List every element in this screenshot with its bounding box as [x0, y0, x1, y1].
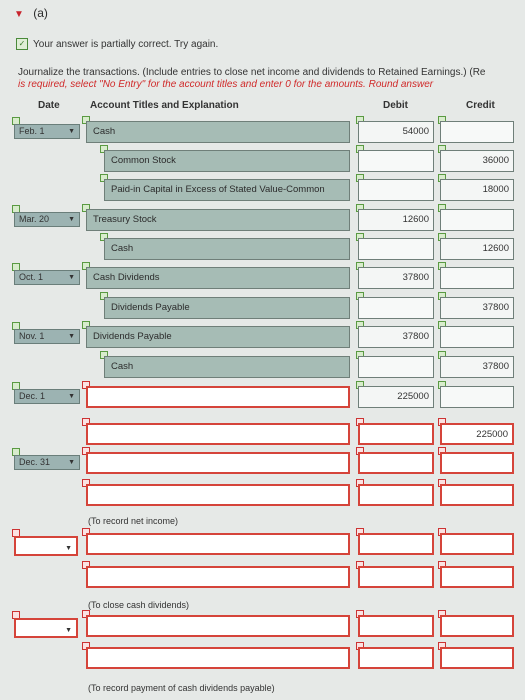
debit-amount-field[interactable]: [358, 356, 434, 378]
dropdown-arrow-icon: ▼: [65, 545, 72, 552]
debit-amount-field[interactable]: [358, 533, 434, 555]
debit-amount-field[interactable]: [358, 179, 434, 201]
account-title-field[interactable]: [86, 615, 350, 637]
account-title-field[interactable]: Dividends Payable: [86, 326, 350, 348]
credit-amount-field[interactable]: [440, 267, 514, 289]
debit-amount-field[interactable]: 37800: [358, 267, 434, 289]
debit-amount-field[interactable]: 225000: [358, 386, 434, 408]
credit-amount-field[interactable]: 37800: [440, 356, 514, 378]
account-title-field[interactable]: Cash: [86, 121, 350, 143]
date-select[interactable]: Mar. 20 ▼: [14, 212, 80, 227]
debit-amount-field[interactable]: [358, 484, 434, 506]
account-title-field[interactable]: [86, 566, 350, 588]
date-value: Oct. 1: [19, 272, 44, 282]
debit-amount-field[interactable]: 37800: [358, 326, 434, 348]
account-title-field[interactable]: Cash: [104, 238, 350, 260]
date-select[interactable]: Dec. 31 ▼: [14, 455, 80, 470]
debit-amount-field[interactable]: [358, 150, 434, 172]
account-title-field[interactable]: Paid-in Capital in Excess of Stated Valu…: [104, 179, 350, 201]
debit-amount-field[interactable]: [358, 615, 434, 637]
credit-header: Credit: [466, 100, 495, 111]
debit-amount-field[interactable]: [358, 647, 434, 669]
dropdown-arrow-icon: ▼: [68, 274, 75, 281]
date-select[interactable]: Oct. 1 ▼: [14, 270, 80, 285]
debit-amount-field[interactable]: [358, 423, 434, 445]
date-value: Feb. 1: [19, 126, 45, 136]
credit-amount-field[interactable]: [440, 121, 514, 143]
credit-amount-field[interactable]: [440, 386, 514, 408]
credit-amount-field[interactable]: [440, 533, 514, 555]
dropdown-arrow-icon: ▼: [68, 216, 75, 223]
account-title-field[interactable]: [86, 452, 350, 474]
date-select[interactable]: Nov. 1 ▼: [14, 329, 80, 344]
debit-amount-field[interactable]: [358, 238, 434, 260]
date-select[interactable]: Feb. 1 ▼: [14, 124, 80, 139]
dropdown-arrow-icon: ▼: [68, 333, 75, 340]
date-select[interactable]: Dec. 1 ▼: [14, 389, 80, 404]
date-value: Dec. 1: [19, 391, 46, 401]
note-payment: (To record payment of cash dividends pay…: [88, 683, 275, 693]
section-label: (a): [33, 6, 48, 20]
account-title-field[interactable]: Treasury Stock: [86, 209, 350, 231]
credit-amount-field[interactable]: [440, 484, 514, 506]
feedback-text: Your answer is partially correct. Try ag…: [33, 38, 219, 50]
credit-amount-field[interactable]: 36000: [440, 150, 514, 172]
date-value: Dec. 31: [19, 457, 51, 467]
account-title-field[interactable]: [86, 533, 350, 555]
dropdown-arrow-icon: ▼: [68, 128, 75, 135]
date-select[interactable]: ▼: [14, 618, 78, 638]
credit-amount-field[interactable]: [440, 615, 514, 637]
instructions: Journalize the transactions. (Include en…: [18, 67, 525, 91]
dropdown-arrow-icon: ▼: [65, 627, 72, 634]
feedback-message: ✓ Your answer is partially correct. Try …: [16, 38, 218, 50]
partial-correct-icon: ✓: [16, 38, 28, 50]
instructions-line-2: is required, select "No Entry" for the a…: [18, 79, 434, 90]
date-value: Mar. 20: [19, 214, 50, 224]
debit-amount-field[interactable]: [358, 566, 434, 588]
account-title-field[interactable]: [86, 484, 350, 506]
account-title-field[interactable]: Dividends Payable: [104, 297, 350, 319]
credit-amount-field[interactable]: 37800: [440, 297, 514, 319]
section-header[interactable]: ▼ (a): [14, 6, 48, 20]
credit-amount-field[interactable]: [440, 566, 514, 588]
credit-amount-field[interactable]: [440, 326, 514, 348]
credit-amount-field[interactable]: [440, 452, 514, 474]
date-header: Date: [38, 100, 60, 111]
dropdown-arrow-icon: ▼: [68, 459, 75, 466]
debit-amount-field[interactable]: 54000: [358, 121, 434, 143]
credit-amount-field[interactable]: 12600: [440, 238, 514, 260]
debit-amount-field[interactable]: 12600: [358, 209, 434, 231]
account-title-field[interactable]: Cash Dividends: [86, 267, 350, 289]
debit-header: Debit: [383, 100, 408, 111]
credit-amount-field[interactable]: [440, 209, 514, 231]
credit-amount-field[interactable]: [440, 647, 514, 669]
credit-amount-field[interactable]: 18000: [440, 179, 514, 201]
debit-amount-field[interactable]: [358, 297, 434, 319]
collapse-triangle-icon[interactable]: ▼: [14, 9, 24, 20]
account-title-field[interactable]: [86, 647, 350, 669]
debit-amount-field[interactable]: [358, 452, 434, 474]
note-close-dividends: (To close cash dividends): [88, 600, 190, 610]
account-header: Account Titles and Explanation: [90, 100, 239, 111]
dropdown-arrow-icon: ▼: [68, 393, 75, 400]
date-value: Nov. 1: [19, 331, 45, 341]
date-select[interactable]: ▼: [14, 536, 78, 556]
account-title-field[interactable]: [86, 386, 350, 408]
account-title-field[interactable]: [86, 423, 350, 445]
account-title-field[interactable]: Cash: [104, 356, 350, 378]
instructions-line-1: Journalize the transactions. (Include en…: [18, 67, 486, 78]
note-net-income: (To record net income): [88, 516, 179, 526]
credit-amount-field[interactable]: 225000: [440, 423, 514, 445]
account-title-field[interactable]: Common Stock: [104, 150, 350, 172]
